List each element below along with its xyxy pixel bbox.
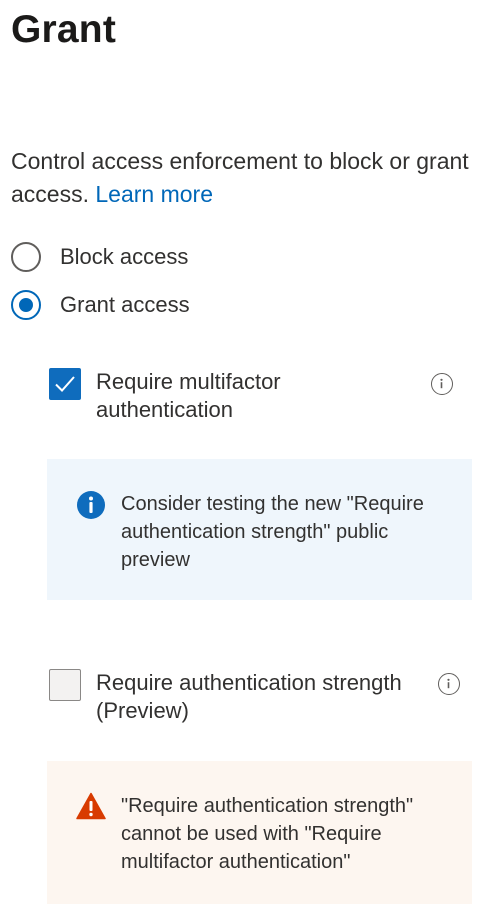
- grant-access-radio[interactable]: [11, 290, 41, 320]
- auth-strength-warning-banner: "Require authentication strength" cannot…: [47, 761, 472, 904]
- mfa-info-text: Consider testing the new "Require authen…: [121, 493, 424, 571]
- block-access-label: Block access: [60, 244, 189, 269]
- block-access-radio[interactable]: [11, 242, 41, 272]
- info-filled-icon: [76, 490, 106, 520]
- require-mfa-row[interactable]: Require multifactor authentication: [49, 368, 463, 424]
- info-icon[interactable]: [438, 673, 460, 695]
- require-auth-strength-checkbox[interactable]: [49, 669, 81, 701]
- learn-more-link[interactable]: Learn more: [95, 181, 213, 207]
- page-title: Grant: [11, 8, 117, 51]
- auth-strength-warning-text: "Require authentication strength" cannot…: [121, 795, 414, 873]
- warning-icon: [76, 792, 106, 822]
- grant-access-label: Grant access: [60, 292, 190, 317]
- checkmark-icon: [55, 376, 75, 392]
- mfa-info-banner: Consider testing the new "Require authen…: [47, 459, 472, 600]
- grant-access-option[interactable]: Grant access: [11, 288, 190, 322]
- require-mfa-checkbox[interactable]: [49, 368, 81, 400]
- require-auth-strength-label: Require authentication strength (Preview…: [96, 670, 402, 723]
- description-text: Control access enforcement to block or g…: [11, 148, 469, 207]
- info-icon[interactable]: [431, 373, 453, 395]
- require-auth-strength-row[interactable]: Require authentication strength (Preview…: [49, 669, 463, 725]
- require-mfa-label: Require multifactor authentication: [96, 369, 281, 422]
- grant-description: Control access enforcement to block or g…: [11, 145, 481, 211]
- block-access-option[interactable]: Block access: [11, 240, 188, 274]
